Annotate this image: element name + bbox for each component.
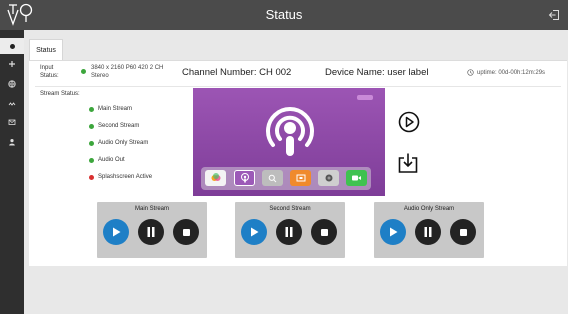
photos-app-icon[interactable] (205, 170, 226, 186)
channel-number: Channel Number: CH 002 (182, 67, 292, 78)
sidebar-item-streams[interactable] (0, 96, 24, 112)
status-dot (89, 123, 94, 129)
stop-icon (320, 228, 328, 236)
mail-icon (8, 119, 16, 125)
sidebar-item-user[interactable] (0, 134, 24, 150)
status-dot (89, 106, 94, 112)
main-stream-controls: Main Stream (97, 202, 207, 258)
app-dock (201, 167, 371, 190)
status-dot (89, 140, 94, 146)
stop-button[interactable] (450, 219, 476, 245)
plus-icon (9, 61, 15, 67)
status-item-label: Second Stream (98, 123, 140, 129)
play-icon (113, 227, 121, 237)
pause-icon (424, 227, 432, 237)
status-item-audio-out: Audio Out (89, 157, 125, 163)
play-icon (390, 227, 398, 237)
podcasts-app-icon[interactable] (234, 170, 255, 186)
pause-icon (285, 227, 293, 237)
input-value-line1: 3840 x 2160 P60 420 2 CH (91, 65, 164, 71)
wave-icon (8, 102, 16, 106)
stream-box-label: Audio Only Stream (403, 206, 455, 212)
podcasts-icon (266, 107, 314, 156)
stop-button[interactable] (173, 219, 199, 245)
stream-box-label: Second Stream (269, 206, 311, 212)
clock-icon (467, 69, 474, 76)
uptime-text: uptime: 00d-00h:12m:29s (477, 69, 546, 76)
pause-button[interactable] (138, 219, 164, 245)
status-dot (89, 157, 94, 163)
play-button[interactable] (241, 219, 267, 245)
stream-box-label: Main Stream (134, 206, 169, 212)
play-button[interactable] (103, 219, 129, 245)
status-item-label: Main Stream (98, 106, 133, 112)
battery-indicator (357, 95, 373, 100)
uptime: uptime: 00d-00h:12m:29s (467, 69, 545, 76)
play-button[interactable] (380, 219, 406, 245)
pause-button[interactable] (276, 219, 302, 245)
input-status-indicator (81, 69, 86, 74)
sidebar-item-status[interactable] (0, 38, 24, 54)
user-icon (9, 139, 15, 146)
second-stream-controls: Second Stream (235, 202, 345, 258)
play-icon (251, 227, 259, 237)
status-dot (89, 174, 94, 180)
status-item-label: Audio Out (98, 157, 125, 163)
input-value-line2: Stereo (91, 73, 109, 79)
globe-icon (8, 80, 16, 88)
stream-status-label: Stream Status: (40, 91, 80, 97)
status-item-label: Splashscreen Active (98, 174, 153, 180)
sidebar-item-network[interactable] (0, 76, 24, 92)
video-preview (193, 88, 385, 196)
status-item-second-stream: Second Stream (89, 123, 139, 129)
search-app-icon[interactable] (262, 170, 283, 186)
status-item-audio-only: Audio Only Stream (89, 140, 148, 146)
input-status-value: 3840 x 2160 P60 420 2 CH Stereo (91, 64, 171, 80)
play-circle-icon[interactable] (398, 111, 420, 133)
dot-icon (9, 43, 15, 49)
status-item-main-stream: Main Stream (89, 106, 132, 112)
stop-icon (459, 228, 467, 236)
sidebar-item-mail[interactable] (0, 114, 24, 130)
sidebar (0, 30, 24, 314)
status-panel: Input Status: 3840 x 2160 P60 420 2 CH S… (29, 60, 567, 266)
pause-button[interactable] (415, 219, 441, 245)
top-bar: Status (0, 0, 568, 30)
pause-icon (147, 227, 155, 237)
input-status-label: Input Status: (40, 64, 59, 80)
logout-icon[interactable] (548, 9, 560, 21)
audio-only-stream-controls: Audio Only Stream (374, 202, 484, 258)
camera-app-icon[interactable] (318, 170, 339, 186)
divider (35, 86, 561, 87)
page-title: Status (265, 7, 303, 22)
sidebar-item-add[interactable] (0, 56, 24, 72)
device-name: Device Name: user label (325, 67, 429, 78)
download-icon[interactable] (397, 152, 419, 174)
facetime-app-icon[interactable] (346, 170, 367, 186)
status-item-splashscreen: Splashscreen Active (89, 174, 152, 180)
input-label-line2: Status: (40, 73, 59, 79)
stop-icon (182, 228, 190, 236)
stop-button[interactable] (311, 219, 337, 245)
tv-app-icon[interactable] (290, 170, 311, 186)
tab-status[interactable]: Status (29, 39, 63, 61)
input-label-line1: Input (40, 65, 54, 71)
status-item-label: Audio Only Stream (98, 140, 149, 146)
